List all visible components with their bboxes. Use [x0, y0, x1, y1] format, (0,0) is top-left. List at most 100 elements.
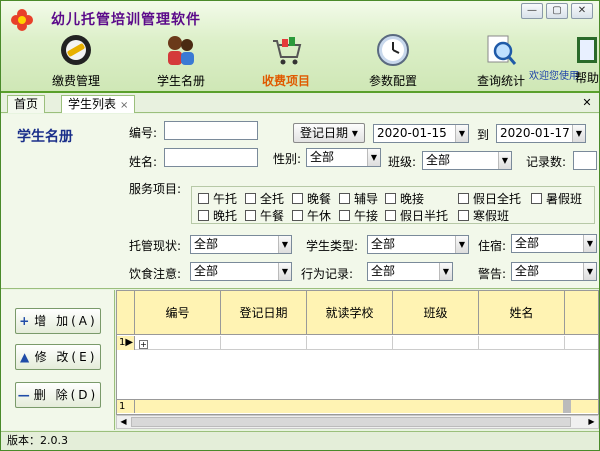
- delete-button[interactable]: — 删 除(D): [15, 382, 101, 408]
- student-type-select[interactable]: 全部 ▼: [367, 235, 469, 254]
- horizontal-scrollbar[interactable]: ◀ ▶: [116, 415, 599, 429]
- column-header[interactable]: 姓名: [479, 291, 565, 335]
- table-row[interactable]: 1▶ +: [117, 336, 598, 350]
- scroll-left-icon[interactable]: ◀: [117, 416, 130, 428]
- behavior-select[interactable]: 全部 ▼: [367, 262, 453, 281]
- nav-query-stats[interactable]: 查询统计: [456, 31, 546, 91]
- app-title: 幼儿托管培训管理软件: [51, 12, 201, 28]
- diet-select[interactable]: 全部 ▼: [190, 262, 292, 281]
- help-book-icon: [577, 37, 597, 63]
- minus-icon: —: [17, 388, 30, 402]
- chevron-down-icon: ▼: [583, 235, 596, 252]
- payment-icon: [61, 35, 91, 65]
- footer-scroll-marker: [563, 400, 571, 413]
- to-label: 到: [477, 128, 490, 142]
- custody-select[interactable]: 全部 ▼: [190, 235, 292, 254]
- expand-icon[interactable]: +: [139, 340, 148, 349]
- add-button[interactable]: + 增 加(A): [15, 308, 101, 334]
- query-panel: 学生名册 编号: 登记日期 ▾ 2020-01-15 ▼ 到 2020-01-17…: [1, 114, 599, 289]
- flower-logo-icon: [11, 9, 33, 31]
- records-count-field[interactable]: [573, 151, 597, 170]
- corner-cell: [117, 291, 135, 335]
- name-input[interactable]: [164, 148, 258, 167]
- tab-close-icon[interactable]: ×: [120, 100, 128, 111]
- tab-strip: 首页 学生列表 × ✕: [1, 93, 599, 113]
- service-checkbox[interactable]: 假日全托: [458, 190, 521, 207]
- id-input[interactable]: [164, 121, 258, 140]
- service-checkbox[interactable]: 全托: [245, 190, 284, 207]
- plus-icon: +: [19, 314, 30, 328]
- diet-label: 饮食注意:: [129, 267, 182, 281]
- grid-cell[interactable]: +: [135, 336, 221, 350]
- student-type-label: 学生类型:: [306, 239, 359, 253]
- nav-payment[interactable]: 缴费管理: [31, 31, 121, 91]
- close-window-button[interactable]: ✕: [571, 3, 593, 19]
- gender-select[interactable]: 全部 ▼: [306, 148, 381, 167]
- date-type-button[interactable]: 登记日期 ▾: [293, 123, 365, 143]
- services-group: 午托 全托 晚餐 辅导 晚接 假日全托 暑假班 晚托 午餐 午休 午接 假日半托…: [191, 186, 595, 224]
- grid-cell[interactable]: [479, 336, 565, 350]
- boarding-select[interactable]: 全部 ▼: [511, 234, 597, 253]
- service-checkbox[interactable]: 午托: [198, 190, 237, 207]
- warning-select[interactable]: 全部 ▼: [511, 262, 597, 281]
- grid-cell[interactable]: [393, 336, 479, 350]
- records-label: 记录数:: [526, 155, 567, 169]
- column-header[interactable]: 登记日期: [221, 291, 307, 335]
- scroll-thumb[interactable]: [131, 417, 571, 427]
- date-to-select[interactable]: 2020-01-17 ▼: [496, 124, 586, 143]
- class-select[interactable]: 全部 ▼: [422, 151, 512, 170]
- service-checkbox[interactable]: 晚托: [198, 207, 237, 224]
- scroll-right-icon[interactable]: ▶: [585, 416, 598, 428]
- fee-items-icon: [273, 37, 302, 65]
- warning-label: 警告:: [478, 267, 507, 281]
- service-checkbox[interactable]: 寒假班: [458, 207, 509, 224]
- id-label: 编号:: [129, 126, 158, 140]
- chevron-down-icon: ▼: [572, 125, 585, 142]
- service-checkbox[interactable]: 午接: [339, 207, 378, 224]
- custody-label: 托管现状:: [129, 239, 182, 253]
- service-checkbox[interactable]: 晚餐: [292, 190, 331, 207]
- tab-home[interactable]: 首页: [7, 95, 46, 113]
- class-label: 班级:: [388, 155, 417, 169]
- chevron-down-icon: ▼: [439, 263, 452, 280]
- nav-students[interactable]: 学生名册: [136, 31, 226, 91]
- column-header[interactable]: 就读学校: [307, 291, 393, 335]
- chevron-down-icon: ▼: [367, 149, 380, 166]
- minimize-button[interactable]: —: [521, 3, 543, 19]
- nav-fee-items[interactable]: 收费项目: [241, 31, 331, 91]
- edit-button[interactable]: ▲ 修 改(E): [15, 344, 101, 370]
- action-panel: + 增 加(A) ▲ 修 改(E) — 删 除(D): [1, 290, 115, 430]
- service-checkbox[interactable]: 假日半托: [385, 207, 448, 224]
- column-header[interactable]: 班级: [393, 291, 479, 335]
- service-checkbox[interactable]: 午餐: [245, 207, 284, 224]
- date-from-select[interactable]: 2020-01-15 ▼: [373, 124, 469, 143]
- students-icon: [168, 36, 194, 65]
- student-grid[interactable]: 编号 登记日期 就读学校 班级 姓名 1▶ + 1: [116, 290, 599, 415]
- service-checkbox[interactable]: 辅导: [339, 190, 378, 207]
- app-window: 幼儿托管培训管理软件 — ▢ ✕ 缴费管理 学生名册 收费项目 参数配置 查询统…: [0, 0, 600, 451]
- chevron-down-icon: ▼: [455, 236, 468, 253]
- services-label: 服务项目:: [129, 182, 182, 196]
- top-banner: 幼儿托管培训管理软件 — ▢ ✕ 缴费管理 学生名册 收费项目 参数配置 查询统…: [1, 1, 599, 93]
- maximize-button[interactable]: ▢: [546, 3, 568, 19]
- grid-footer-row: 1: [117, 399, 598, 413]
- search-stats-icon: [487, 35, 517, 65]
- chevron-down-icon: ▼: [583, 263, 596, 280]
- behavior-label: 行为记录:: [301, 267, 354, 281]
- service-checkbox[interactable]: 午休: [292, 207, 331, 224]
- nav-settings[interactable]: 参数配置: [348, 31, 438, 91]
- grid-cell[interactable]: [307, 336, 393, 350]
- footer-marker: 1: [117, 400, 135, 413]
- row-marker: 1▶: [117, 336, 135, 350]
- column-header[interactable]: 编号: [135, 291, 221, 335]
- service-checkbox[interactable]: 暑假班: [531, 190, 582, 207]
- version-text: 版本：2.0.3: [7, 434, 68, 447]
- service-checkbox[interactable]: 晚接: [385, 190, 424, 207]
- grid-header: 编号 登记日期 就读学校 班级 姓名: [117, 291, 598, 335]
- status-bar: 版本：2.0.3: [1, 431, 599, 450]
- close-tabs-icon[interactable]: ✕: [580, 96, 594, 110]
- chevron-down-icon: ▼: [455, 125, 468, 142]
- tab-student-list[interactable]: 学生列表 ×: [61, 95, 136, 113]
- grid-cell[interactable]: [221, 336, 307, 350]
- nav-help[interactable]: 帮助: [575, 35, 599, 93]
